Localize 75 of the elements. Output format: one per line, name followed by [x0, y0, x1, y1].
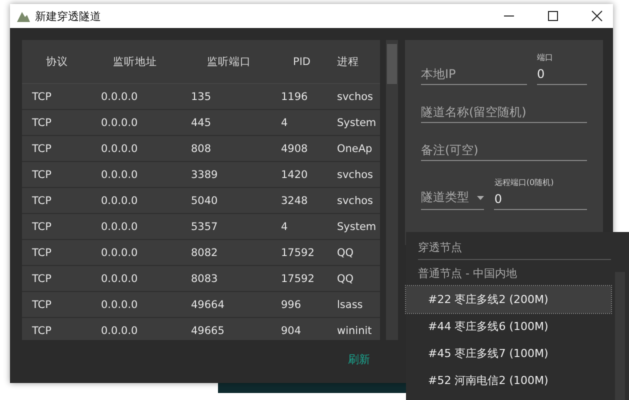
table-cell-text: 4 [281, 220, 289, 232]
local-ip-field[interactable]: 本地IP [421, 63, 527, 85]
table-cell-text: 0.0.0.0 [101, 324, 139, 336]
table-cell-text: TCP [31, 142, 52, 154]
table-cell-text: 0.0.0.0 [101, 272, 139, 284]
table-cell-text: 0.0.0.0 [101, 298, 139, 310]
table-cell-text: 0.0.0.0 [101, 194, 139, 206]
table-cell-text: TCP [31, 168, 52, 180]
node-option[interactable]: #44 枣庄多线6 (100M) [406, 313, 611, 340]
table-cell-text: 1420 [281, 168, 309, 180]
remote-port-field[interactable]: 0 [494, 188, 587, 210]
tunnel-name-field[interactable]: 隧道名称(留空随机) [421, 101, 587, 123]
table-cell-text: TCP [31, 116, 52, 128]
table-cell-text: 5040 [191, 194, 219, 206]
table-cell-text: lsass [337, 298, 364, 310]
table-cell-text: 0.0.0.0 [101, 220, 139, 232]
table-cell-text: 445 [191, 116, 212, 128]
table-cell-text: 0.0.0.0 [101, 116, 139, 128]
table-cell-text: 3389 [191, 168, 219, 180]
remark-field[interactable]: 备注(可空) [421, 139, 587, 161]
node-option[interactable]: #22 枣庄多线2 (200M) [406, 286, 611, 313]
port-field[interactable]: 0 [537, 63, 587, 85]
table-cell-text: OneAp [337, 142, 374, 154]
table-cell-text: 0.0.0.0 [101, 246, 139, 258]
table-cell-text: 17592 [281, 246, 316, 258]
table-cell-text: System [337, 220, 378, 232]
table-cell-text: System [337, 116, 378, 128]
field-label: 端口 [537, 52, 554, 63]
table-cell-text: 135 [191, 90, 212, 102]
table-cell-text: 3248 [281, 194, 309, 206]
table-cell-text: 0.0.0.0 [101, 168, 139, 180]
node-option[interactable]: #52 河南电信2 (100M) [406, 367, 611, 394]
window-title: 新建穿透隧道 [35, 8, 102, 24]
node-option[interactable]: #45 枣庄多线7 (100M) [406, 340, 611, 367]
table-cell-text: 0.0.0.0 [101, 142, 139, 154]
table-cell-text: svchos [337, 194, 374, 206]
table-cell-text: svchos [337, 168, 374, 180]
table-cell-text: 996 [281, 298, 302, 310]
table-cell-text: wininit [337, 324, 373, 336]
table-cell-text: 1196 [281, 90, 309, 102]
close-icon[interactable] [591, 10, 603, 22]
table-cell-text: 0.0.0.0 [101, 90, 139, 102]
column-header: PID [292, 56, 312, 68]
table-cell-text: TCP [31, 220, 52, 232]
column-header: 监听端口 [206, 54, 252, 68]
table-cell-text: 49664 [191, 298, 226, 310]
table-cell-text: 4908 [281, 142, 309, 154]
table-cell-text: 49665 [191, 324, 226, 336]
column-header: 监听地址 [112, 54, 158, 68]
table-cell-text: TCP [31, 90, 52, 102]
group-header: 普通节点 - 中国内地 [417, 266, 518, 282]
table-cell-text: TCP [31, 298, 52, 310]
table-cell-text: 8082 [191, 246, 219, 258]
table-cell-text: 904 [281, 324, 302, 336]
table-cell-text: TCP [31, 324, 52, 336]
column-header: 协议 [45, 54, 69, 68]
table-cell-text: 808 [191, 142, 212, 154]
table-cell-text: 4 [281, 116, 289, 128]
tunnel-type-select[interactable]: 隧道类型 [421, 185, 484, 210]
table-cell-text: TCP [31, 246, 52, 258]
node-select-label: 穿透节点 [418, 240, 611, 260]
field-label: 远程端口(0随机) [494, 177, 555, 188]
table-cell-text: QQ [337, 272, 355, 284]
table-cell-text: 17592 [281, 272, 316, 284]
caret-icon [477, 196, 484, 200]
table-cell-text: 8083 [191, 272, 219, 284]
table-cell-text: TCP [31, 272, 52, 284]
refresh-button[interactable]: 刷新 [344, 350, 374, 369]
table-cell-text: TCP [31, 194, 52, 206]
table-cell-text: 5357 [191, 220, 219, 232]
maximize-icon[interactable] [547, 10, 559, 22]
column-header: 进程 [337, 54, 360, 68]
scrollbar[interactable] [386, 40, 398, 340]
table-cell-text: svchos [337, 90, 374, 102]
table-cell-text: QQ [337, 246, 355, 258]
